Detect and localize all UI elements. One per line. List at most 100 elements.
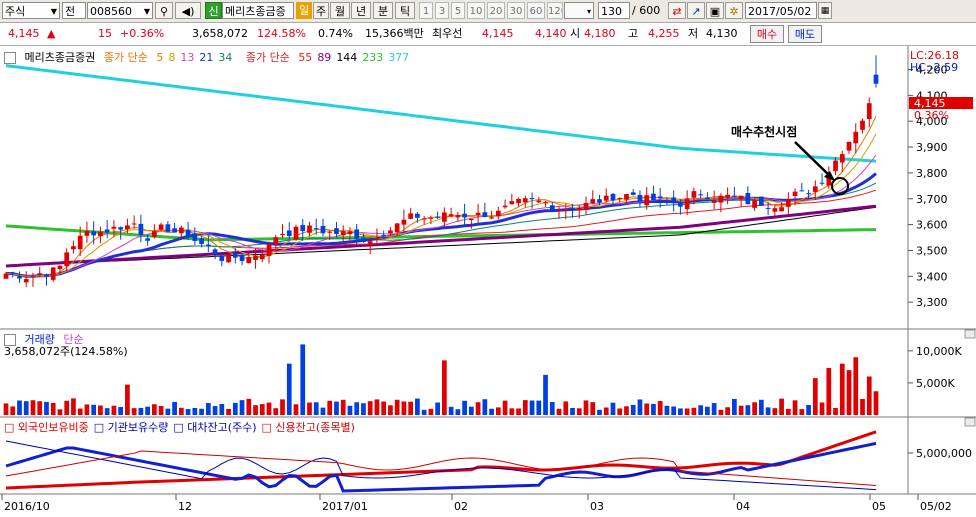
holding-legend-item[interactable]: □ 신용잔고(종목별) bbox=[262, 421, 355, 434]
long-ma-periods: 55 89 144 233 377 bbox=[298, 51, 414, 64]
period-tab-day[interactable]: 일 bbox=[296, 2, 312, 19]
volume-bar bbox=[603, 407, 609, 415]
vol-y-tick-label: 5,000K bbox=[916, 377, 955, 390]
candle bbox=[624, 194, 629, 200]
search-button[interactable]: ⚲ bbox=[155, 2, 173, 19]
holding-legend-item[interactable]: □ 대차잔고(주수) bbox=[173, 421, 256, 434]
sell-button[interactable]: 매도 bbox=[788, 25, 822, 43]
minute-5[interactable]: 5 bbox=[451, 2, 465, 19]
ma-period-233: 233 bbox=[362, 51, 384, 64]
market-select[interactable]: 주식 ▼ bbox=[2, 2, 60, 19]
candle bbox=[185, 229, 191, 237]
candle bbox=[732, 195, 737, 197]
volume-bar bbox=[637, 399, 643, 415]
candle bbox=[846, 141, 852, 151]
volume-bar bbox=[448, 406, 454, 415]
volume-bar bbox=[246, 398, 252, 415]
candle bbox=[421, 218, 427, 220]
prev-label: 전 bbox=[65, 5, 76, 18]
volume-resize-handle[interactable] bbox=[964, 329, 976, 339]
candle bbox=[340, 231, 346, 236]
holding-resize-handle[interactable] bbox=[964, 417, 976, 427]
minute-20[interactable]: 20 bbox=[487, 2, 505, 19]
count-input[interactable]: 130 bbox=[598, 2, 630, 19]
high-label: 고 bbox=[628, 27, 639, 40]
candle bbox=[556, 209, 562, 211]
volume-bar bbox=[415, 398, 420, 415]
volume-bar bbox=[678, 408, 683, 415]
minute-120[interactable]: 120 bbox=[547, 2, 563, 19]
save-button[interactable]: ▣ bbox=[706, 2, 724, 19]
volume-bar bbox=[765, 407, 771, 415]
date-field[interactable]: 2017/05/02 bbox=[745, 2, 817, 19]
candle bbox=[286, 230, 292, 237]
period-tab-month[interactable]: 월 bbox=[330, 2, 350, 19]
low-price: 4,130 bbox=[706, 27, 738, 40]
volume-bar bbox=[286, 363, 292, 415]
candle bbox=[415, 213, 420, 218]
minute-60[interactable]: 60 bbox=[527, 2, 545, 19]
ma-period-21: 21 bbox=[199, 51, 214, 64]
volume-bar bbox=[50, 402, 56, 415]
code-input[interactable]: 008560 ▼ bbox=[87, 2, 153, 19]
stock-chart[interactable]: 4,2004,1004,0003,9003,8003,7003,6003,500… bbox=[0, 46, 976, 514]
settings-button[interactable]: ✲ bbox=[725, 2, 743, 19]
speaker-button[interactable]: ◀) bbox=[175, 2, 201, 19]
holding-legend-item[interactable]: □ 기관보유수량 bbox=[94, 421, 169, 434]
volume-bar bbox=[17, 400, 22, 415]
swap-button[interactable]: ⇄ bbox=[668, 2, 686, 19]
ma-period-34: 34 bbox=[218, 51, 233, 64]
holding-legend-item[interactable]: □ 외국인보유비중 bbox=[4, 421, 89, 434]
candle bbox=[522, 198, 528, 203]
minute-3[interactable]: 3 bbox=[435, 2, 449, 19]
panel-menu-icon[interactable] bbox=[4, 52, 16, 64]
candle bbox=[361, 237, 366, 242]
candle bbox=[482, 212, 488, 218]
candle bbox=[597, 199, 602, 203]
volume-bar bbox=[192, 408, 198, 415]
zoom-button[interactable]: ↗ bbox=[687, 2, 705, 19]
ma-period-5: 5 bbox=[156, 51, 164, 64]
volume-bar bbox=[91, 404, 97, 415]
high-price: 4,255 bbox=[648, 27, 680, 40]
candle bbox=[394, 223, 400, 233]
minute-10[interactable]: 10 bbox=[467, 2, 485, 19]
candle bbox=[772, 208, 778, 212]
minute-30[interactable]: 30 bbox=[507, 2, 525, 19]
volume-bar bbox=[833, 407, 838, 415]
volume-bar bbox=[630, 404, 636, 415]
candle bbox=[428, 217, 434, 219]
calendar-button[interactable]: ▦ bbox=[818, 2, 832, 19]
prev-select[interactable]: 전 bbox=[62, 2, 86, 19]
spinner-icon[interactable]: ▾ bbox=[587, 3, 591, 18]
volume-bar bbox=[64, 400, 70, 415]
candle bbox=[10, 272, 16, 274]
period-tab-tick[interactable]: 틱 bbox=[395, 2, 415, 19]
candle bbox=[509, 201, 515, 205]
code-dropdown-icon[interactable]: ▼ bbox=[144, 3, 150, 18]
minute-1[interactable]: 1 bbox=[419, 2, 433, 19]
volume-bar bbox=[118, 406, 124, 415]
x-tick-label: 2017/01 bbox=[322, 500, 368, 513]
period-tab-minute[interactable]: 분 bbox=[373, 2, 393, 19]
candle bbox=[853, 131, 859, 144]
volume-bar bbox=[165, 408, 171, 415]
candle bbox=[320, 226, 326, 234]
custom-period-input[interactable]: ▾ bbox=[564, 2, 594, 19]
y-tick-label: 3,700 bbox=[916, 193, 948, 206]
chart-area[interactable]: 4,200 4,100 4,000 3,900 3,800 3,700 3,600 3,500… bbox=[0, 46, 976, 514]
annotation-text: 매수추천시점 bbox=[731, 124, 797, 139]
low-label: 저 bbox=[688, 27, 699, 40]
period-tab-week[interactable]: 주 bbox=[313, 2, 329, 19]
volume-bar bbox=[772, 408, 778, 415]
buy-button[interactable]: 매수 bbox=[750, 25, 784, 43]
gear-icon: ✲ bbox=[729, 5, 739, 18]
candle bbox=[246, 257, 252, 264]
candle bbox=[516, 198, 521, 204]
candle bbox=[806, 193, 811, 195]
stock-label: 메리츠종금증권 bbox=[24, 51, 96, 64]
volume-bar bbox=[307, 402, 312, 415]
period-tab-year[interactable]: 년 bbox=[351, 2, 371, 19]
volume-bar bbox=[684, 408, 690, 415]
volume-bar bbox=[205, 403, 211, 415]
